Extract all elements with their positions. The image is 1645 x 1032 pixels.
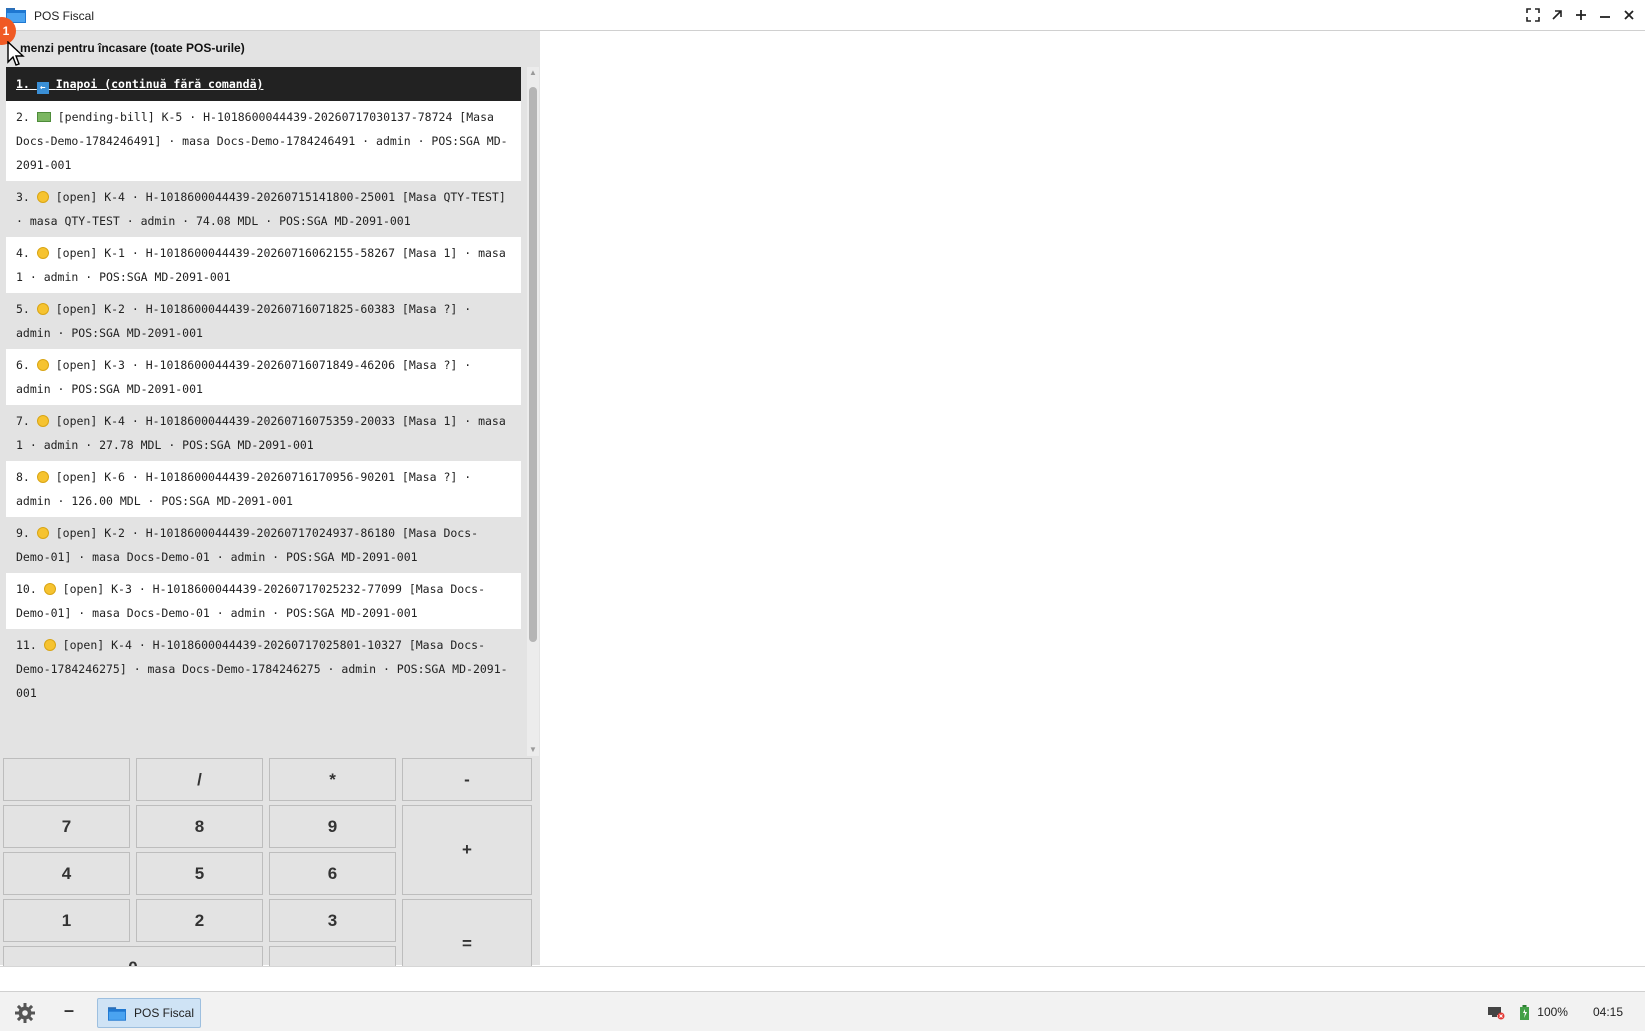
item-index: 3. xyxy=(16,190,30,204)
fullscreen-icon[interactable] xyxy=(1521,5,1545,25)
mouse-cursor-icon xyxy=(7,41,25,66)
order-list-item[interactable]: 8. [open] K-6 · H-1018600044439-20260716… xyxy=(6,461,521,517)
scroll-thumb[interactable] xyxy=(529,87,537,642)
item-index: 5. xyxy=(16,302,30,316)
order-selection-panel: menzi pentru încasare (toate POS-urile) … xyxy=(0,17,540,989)
key-minus[interactable]: - xyxy=(402,758,532,801)
item-index: 9. xyxy=(16,526,30,540)
order-list-item[interactable]: 3. [open] K-4 · H-1018600044439-20260715… xyxy=(6,181,521,237)
key-3[interactable]: 3 xyxy=(269,899,396,942)
order-list: 1. ← Inapoi (continuă fără comandă) 2. [p… xyxy=(6,67,521,756)
item-label: [open] K-6 · H-1018600044439-20260716170… xyxy=(16,470,472,508)
battery-icon[interactable] xyxy=(1520,1004,1530,1020)
key-1[interactable]: 1 xyxy=(3,899,130,942)
item-index: 10. xyxy=(16,582,37,596)
yellow-dot-icon xyxy=(43,583,56,595)
item-index: 7. xyxy=(16,414,30,428)
item-label: [open] K-3 · H-1018600044439-20260716071… xyxy=(16,358,472,396)
key-6[interactable]: 6 xyxy=(269,852,396,895)
key-divide[interactable]: / xyxy=(136,758,263,801)
scroll-down-icon[interactable]: ▼ xyxy=(527,744,539,756)
window-controls xyxy=(1521,5,1641,25)
item-label: [open] K-4 · H-1018600044439-20260717025… xyxy=(16,638,508,700)
key-blank[interactable] xyxy=(3,758,130,801)
item-label: [open] K-4 · H-1018600044439-20260716075… xyxy=(16,414,506,452)
taskbar-task-label: POS Fiscal xyxy=(134,1006,195,1020)
key-9[interactable]: 9 xyxy=(269,805,396,848)
restore-icon[interactable] xyxy=(1545,5,1569,25)
order-list-item[interactable]: 9. [open] K-2 · H-1018600044439-20260717… xyxy=(6,517,521,573)
close-icon[interactable] xyxy=(1617,5,1641,25)
yellow-dot-icon xyxy=(36,303,49,315)
folder-app-icon xyxy=(108,1006,126,1021)
yellow-dot-icon xyxy=(36,471,49,483)
key-8[interactable]: 8 xyxy=(136,805,263,848)
back-continue-item[interactable]: 1. ← Inapoi (continuă fără comandă) xyxy=(6,67,521,101)
yellow-dot-icon xyxy=(36,415,49,427)
taskbar-task-pos-fiscal[interactable]: POS Fiscal xyxy=(97,998,201,1028)
clock[interactable]: 04:15 xyxy=(1593,1005,1623,1019)
key-5[interactable]: 5 xyxy=(136,852,263,895)
item-label: [open] K-3 · H-1018600044439-20260717025… xyxy=(16,582,485,620)
window-status-bar xyxy=(0,966,1645,991)
maximize-icon[interactable] xyxy=(1569,5,1593,25)
key-multiply[interactable]: * xyxy=(269,758,396,801)
item-label: Inapoi (continuă fără comandă) xyxy=(55,77,264,91)
show-desktop-icon[interactable]: – xyxy=(60,1000,78,1022)
item-label: [open] K-2 · H-1018600044439-20260717024… xyxy=(16,526,479,564)
order-list-item[interactable]: 11. [open] K-4 · H-1018600044439-2026071… xyxy=(6,629,521,709)
order-list-item[interactable]: 2. [pending-bill] K-5 · H-1018600044439-… xyxy=(6,101,521,181)
yellow-dot-icon xyxy=(36,247,49,259)
cash-icon xyxy=(36,112,51,122)
gear-icon[interactable] xyxy=(14,1002,36,1024)
item-label: [open] K-4 · H-1018600044439-20260715141… xyxy=(16,190,506,228)
item-label: [open] K-2 · H-1018600044439-20260716071… xyxy=(16,302,472,340)
system-tray: 100% 04:15 xyxy=(1486,992,1645,1032)
item-index: 2. xyxy=(16,110,30,124)
yellow-dot-icon xyxy=(43,639,56,651)
key-plus[interactable]: + xyxy=(402,805,532,895)
item-index: 6. xyxy=(16,358,30,372)
yellow-dot-icon xyxy=(36,527,49,539)
panel-header: menzi pentru încasare (toate POS-urile) xyxy=(20,41,245,55)
order-list-item[interactable]: 10. [open] K-3 · H-1018600044439-2026071… xyxy=(6,573,521,629)
battery-percentage: 100% xyxy=(1537,1005,1568,1019)
window-title: POS Fiscal xyxy=(34,9,95,23)
item-index: 4. xyxy=(16,246,30,260)
list-scrollbar[interactable]: ▲ ▼ xyxy=(527,67,539,756)
window-titlebar: POS Fiscal xyxy=(0,0,1645,31)
item-index: 11. xyxy=(16,638,37,652)
minimize-icon[interactable] xyxy=(1593,5,1617,25)
order-list-item[interactable]: 4. [open] K-1 · H-1018600044439-20260716… xyxy=(6,237,521,293)
order-list-item[interactable]: 6. [open] K-3 · H-1018600044439-20260716… xyxy=(6,349,521,405)
order-list-item[interactable]: 7. [open] K-4 · H-1018600044439-20260716… xyxy=(6,405,521,461)
taskbar: – POS Fiscal 100% 04:15 xyxy=(0,991,1645,1031)
network-disconnected-icon[interactable] xyxy=(1486,1004,1506,1020)
back-icon: ← xyxy=(36,82,49,94)
numeric-keypad: / * - 7 8 9 + 4 5 6 1 2 3 = 0 . xyxy=(2,758,540,996)
item-label: [pending-bill] K-5 · H-1018600044439-202… xyxy=(16,110,508,172)
key-7[interactable]: 7 xyxy=(3,805,130,848)
item-index: 1. xyxy=(16,77,30,91)
order-list-item[interactable]: 5. [open] K-2 · H-1018600044439-20260716… xyxy=(6,293,521,349)
item-label: [open] K-1 · H-1018600044439-20260716062… xyxy=(16,246,506,284)
key-4[interactable]: 4 xyxy=(3,852,130,895)
scroll-up-icon[interactable]: ▲ xyxy=(527,67,539,79)
yellow-dot-icon xyxy=(36,359,49,371)
key-2[interactable]: 2 xyxy=(136,899,263,942)
item-index: 8. xyxy=(16,470,30,484)
yellow-dot-icon xyxy=(36,191,49,203)
